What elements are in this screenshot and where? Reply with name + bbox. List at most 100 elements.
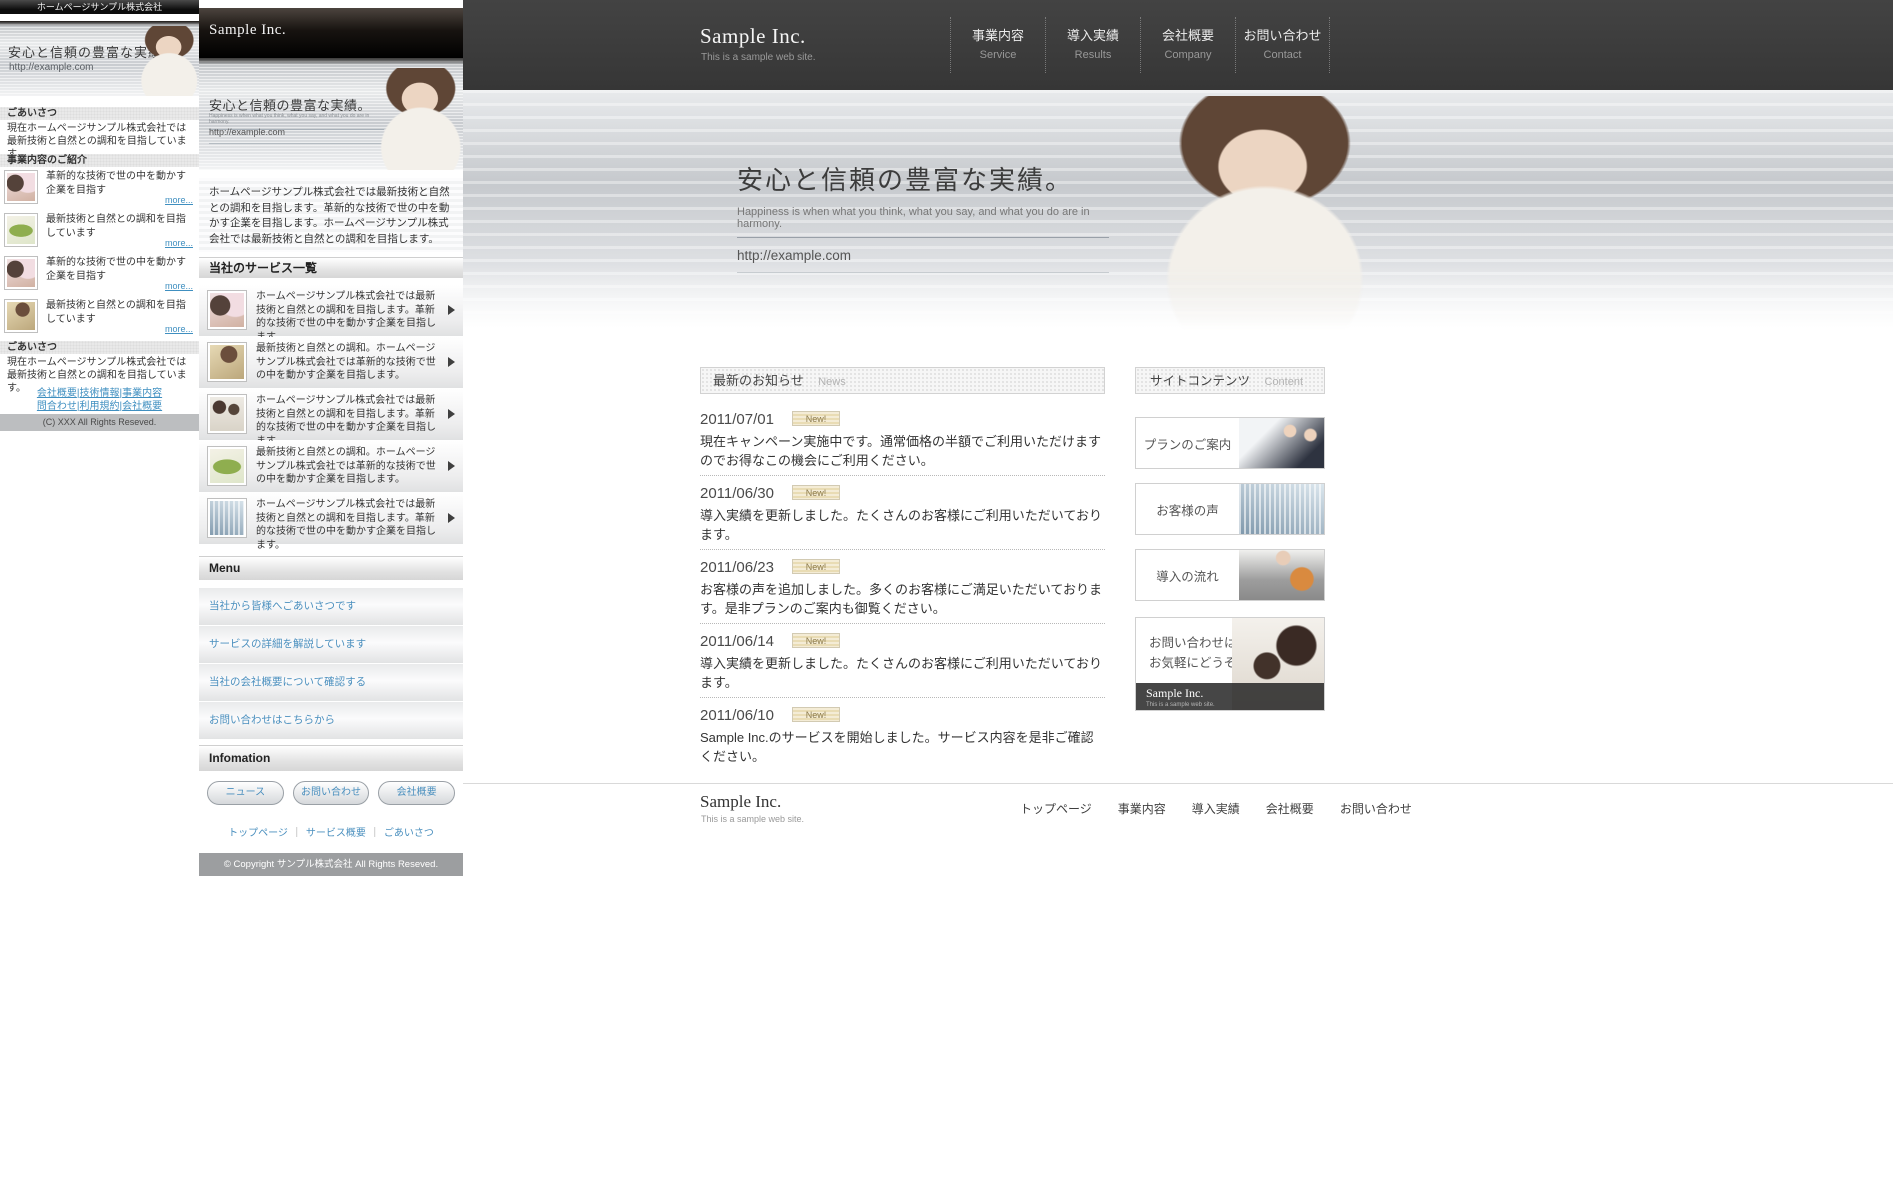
- list-item-thumbnail: [4, 256, 38, 290]
- more-link[interactable]: more...: [165, 195, 193, 205]
- news-date: 2011/06/30: [700, 485, 774, 502]
- nav-label-jp: 会社概要: [1141, 25, 1235, 44]
- footer-link[interactable]: 利用規約: [80, 401, 120, 412]
- tablet-preview-panel: Sample Inc. 安心と信頼の豊富な実績。 Happiness is wh…: [199, 0, 463, 876]
- sidebar-banner-voices[interactable]: お客様の声: [1135, 483, 1325, 535]
- nav-label-jp: 導入実績: [1046, 25, 1140, 44]
- footer-link[interactable]: 会社概要: [1266, 800, 1314, 817]
- news-item: 2011/06/14New! 導入実績を更新しました。たくさんのお客様にご利用い…: [700, 633, 1105, 698]
- list-item-thumbnail: [4, 213, 38, 247]
- list-item-text: 最新技術と自然との調和を目指しています: [46, 213, 195, 240]
- news-section: 最新のお知らせ News 2011/07/01New! 現在キャンペーン実施中で…: [700, 367, 1105, 780]
- banner-label: お客様の声: [1136, 484, 1239, 534]
- more-link[interactable]: more...: [165, 324, 193, 334]
- desktop-hero-headline: 安心と信頼の豊富な実績。: [737, 160, 1109, 197]
- footer-link[interactable]: 事業内容: [1118, 800, 1166, 817]
- contact-brand-tagline: This is a sample web site.: [1146, 702, 1324, 708]
- service-item-thumbnail: [207, 498, 247, 538]
- service-item-thumbnail: [207, 394, 247, 434]
- nav-label-jp: 事業内容: [951, 25, 1045, 44]
- service-item-text: 最新技術と自然との調和。ホームページサンプル株式会社では革新的な技術で世の中を動…: [256, 342, 441, 383]
- service-item-text: 最新技術と自然との調和。ホームページサンプル株式会社では革新的な技術で世の中を動…: [256, 446, 441, 487]
- desktop-nav: 事業内容 Service 導入実績 Results 会社概要 Company お…: [950, 17, 1330, 73]
- menu-item[interactable]: 当社から皆様へごあいさつです: [199, 588, 463, 625]
- list-item-text: 最新技術と自然との調和を目指しています: [46, 299, 195, 326]
- mobile-hero-photo: [137, 26, 199, 96]
- tablet-hero-photo: [375, 68, 463, 170]
- company-button[interactable]: 会社概要: [378, 781, 455, 805]
- news-button[interactable]: ニュース: [207, 781, 284, 805]
- sidebar-banner-contact[interactable]: お問い合わせは お気軽にどうぞ Sample Inc. This is a sa…: [1135, 617, 1325, 711]
- news-item: 2011/06/23New! お客様の声を追加しました。多くのお客様にご満足いた…: [700, 559, 1105, 624]
- menu-item[interactable]: サービスの詳細を解説しています: [199, 626, 463, 663]
- nav-label-en: Company: [1141, 49, 1235, 61]
- desktop-hero-text-block: 安心と信頼の豊富な実績。 Happiness is when what you …: [737, 160, 1109, 273]
- chevron-right-icon: [448, 461, 455, 471]
- menu-item[interactable]: お問い合わせはこちらから: [199, 702, 463, 739]
- tablet-logo: Sample Inc.: [209, 22, 286, 39]
- desktop-hero-subline: Happiness is when what you think, what y…: [737, 206, 1109, 238]
- menu-item[interactable]: 当社の会社概要について確認する: [199, 664, 463, 701]
- footer-link[interactable]: ごあいさつ: [384, 828, 434, 839]
- list-item: 革新的な技術で世の中を動かす企業を目指す more...: [0, 167, 199, 210]
- service-item[interactable]: ホームページサンプル株式会社では最新技術と自然との調和を目指します。革新的な技術…: [199, 285, 463, 336]
- nav-item-results[interactable]: 導入実績 Results: [1045, 17, 1140, 73]
- footer-link[interactable]: 会社概要: [37, 388, 77, 399]
- list-item-text: 革新的な技術で世の中を動かす企業を目指す: [46, 256, 195, 283]
- sidebar-banner-flow[interactable]: 導入の流れ: [1135, 549, 1325, 601]
- mobile-hero-url: http://example.com: [9, 62, 93, 73]
- more-link[interactable]: more...: [165, 281, 193, 291]
- mobile-greeting2-heading: ごあいさつ: [0, 341, 199, 354]
- news-date: 2011/07/01: [700, 411, 774, 428]
- footer-link[interactable]: サービス概要: [306, 828, 366, 839]
- building-photo: [1239, 484, 1324, 534]
- service-item[interactable]: 最新技術と自然との調和。ホームページサンプル株式会社では革新的な技術で世の中を動…: [199, 337, 463, 388]
- news-list: 2011/07/01New! 現在キャンペーン実施中です。通常価格の半額でご利用…: [700, 411, 1105, 771]
- footer-link[interactable]: お問い合わせ: [1340, 800, 1412, 817]
- service-item[interactable]: 最新技術と自然との調和。ホームページサンプル株式会社では革新的な技術で世の中を動…: [199, 441, 463, 492]
- service-item-text: ホームページサンプル株式会社では最新技術と自然との調和を目指します。革新的な技術…: [256, 394, 441, 448]
- footer-link[interactable]: トップページ: [228, 828, 288, 839]
- sidebar-heading-jp: サイトコンテンツ: [1150, 374, 1250, 388]
- more-link[interactable]: more...: [165, 238, 193, 248]
- nav-item-contact[interactable]: お問い合わせ Contact: [1235, 17, 1330, 73]
- tablet-hero-banner: 安心と信頼の豊富な実績。 Happiness is when what you …: [199, 58, 463, 170]
- desktop-header: Sample Inc. This is a sample web site. 事…: [463, 0, 1893, 90]
- tablet-footer-links: トップページ｜サービス概要｜ごあいさつ: [199, 824, 463, 839]
- desktop-logo: Sample Inc.: [700, 24, 806, 49]
- sidebar-banner-plans[interactable]: プランのご案内: [1135, 417, 1325, 469]
- sidebar-heading: サイトコンテンツ Content: [1135, 367, 1325, 394]
- contact-brand-logo: Sample Inc.: [1146, 686, 1324, 701]
- contact-button[interactable]: お問い合わせ: [293, 781, 370, 805]
- desktop-tagline: This is a sample web site.: [701, 52, 816, 63]
- mobile-footer-links-row1: 会社概要|技術情報|事業内容: [0, 387, 199, 400]
- footer-link[interactable]: 導入実績: [1192, 800, 1240, 817]
- mobile-preview-panel: ホームページサンプル株式会社 安心と信頼の豊富な実績。 http://examp…: [0, 0, 199, 431]
- contact-banner-label: お問い合わせは お気軽にどうぞ: [1149, 633, 1237, 673]
- footer-link[interactable]: 会社概要: [122, 401, 162, 412]
- news-section-heading: 最新のお知らせ News: [700, 367, 1105, 394]
- footer-link[interactable]: トップページ: [1020, 800, 1092, 817]
- tablet-menu-list: 当社から皆様へごあいさつです サービスの詳細を解説しています 当社の会社概要につ…: [199, 588, 463, 740]
- service-item[interactable]: ホームページサンプル株式会社では最新技術と自然との調和を目指します。革新的な技術…: [199, 389, 463, 440]
- footer-link[interactable]: 事業内容: [122, 388, 162, 399]
- news-date: 2011/06/14: [700, 633, 774, 650]
- tablet-intro-text: ホームページサンプル株式会社では最新技術と自然との調和を目指します。革新的な技術…: [199, 178, 463, 252]
- nav-item-company[interactable]: 会社概要 Company: [1140, 17, 1235, 73]
- footer-link[interactable]: 問合わせ: [37, 401, 77, 412]
- service-item[interactable]: ホームページサンプル株式会社では最新技術と自然との調和を目指します。革新的な技術…: [199, 493, 463, 544]
- nav-label-en: Contact: [1236, 49, 1329, 61]
- service-item-text: ホームページサンプル株式会社では最新技術と自然との調和を目指します。革新的な技術…: [256, 498, 441, 552]
- nav-label-en: Results: [1046, 49, 1140, 61]
- news-text: 現在キャンペーン実施中です。通常価格の半額でご利用いただけますのでお得なこの機会…: [700, 433, 1105, 470]
- desktop-footer: Sample Inc. This is a sample web site. ト…: [463, 783, 1893, 831]
- news-date: 2011/06/10: [700, 707, 774, 724]
- nav-item-service[interactable]: 事業内容 Service: [950, 17, 1045, 73]
- news-date: 2011/06/23: [700, 559, 774, 576]
- contact-line1: お問い合わせは: [1149, 633, 1237, 653]
- desktop-hero-url: http://example.com: [737, 248, 1109, 273]
- service-item-thumbnail: [207, 290, 247, 330]
- tablet-copyright: © Copyright サンプル株式会社 All Rights Reseved.: [199, 853, 463, 876]
- footer-link[interactable]: 技術情報: [80, 388, 120, 399]
- footer-links: トップページ 事業内容 導入実績 会社概要 お問い合わせ: [1020, 800, 1412, 817]
